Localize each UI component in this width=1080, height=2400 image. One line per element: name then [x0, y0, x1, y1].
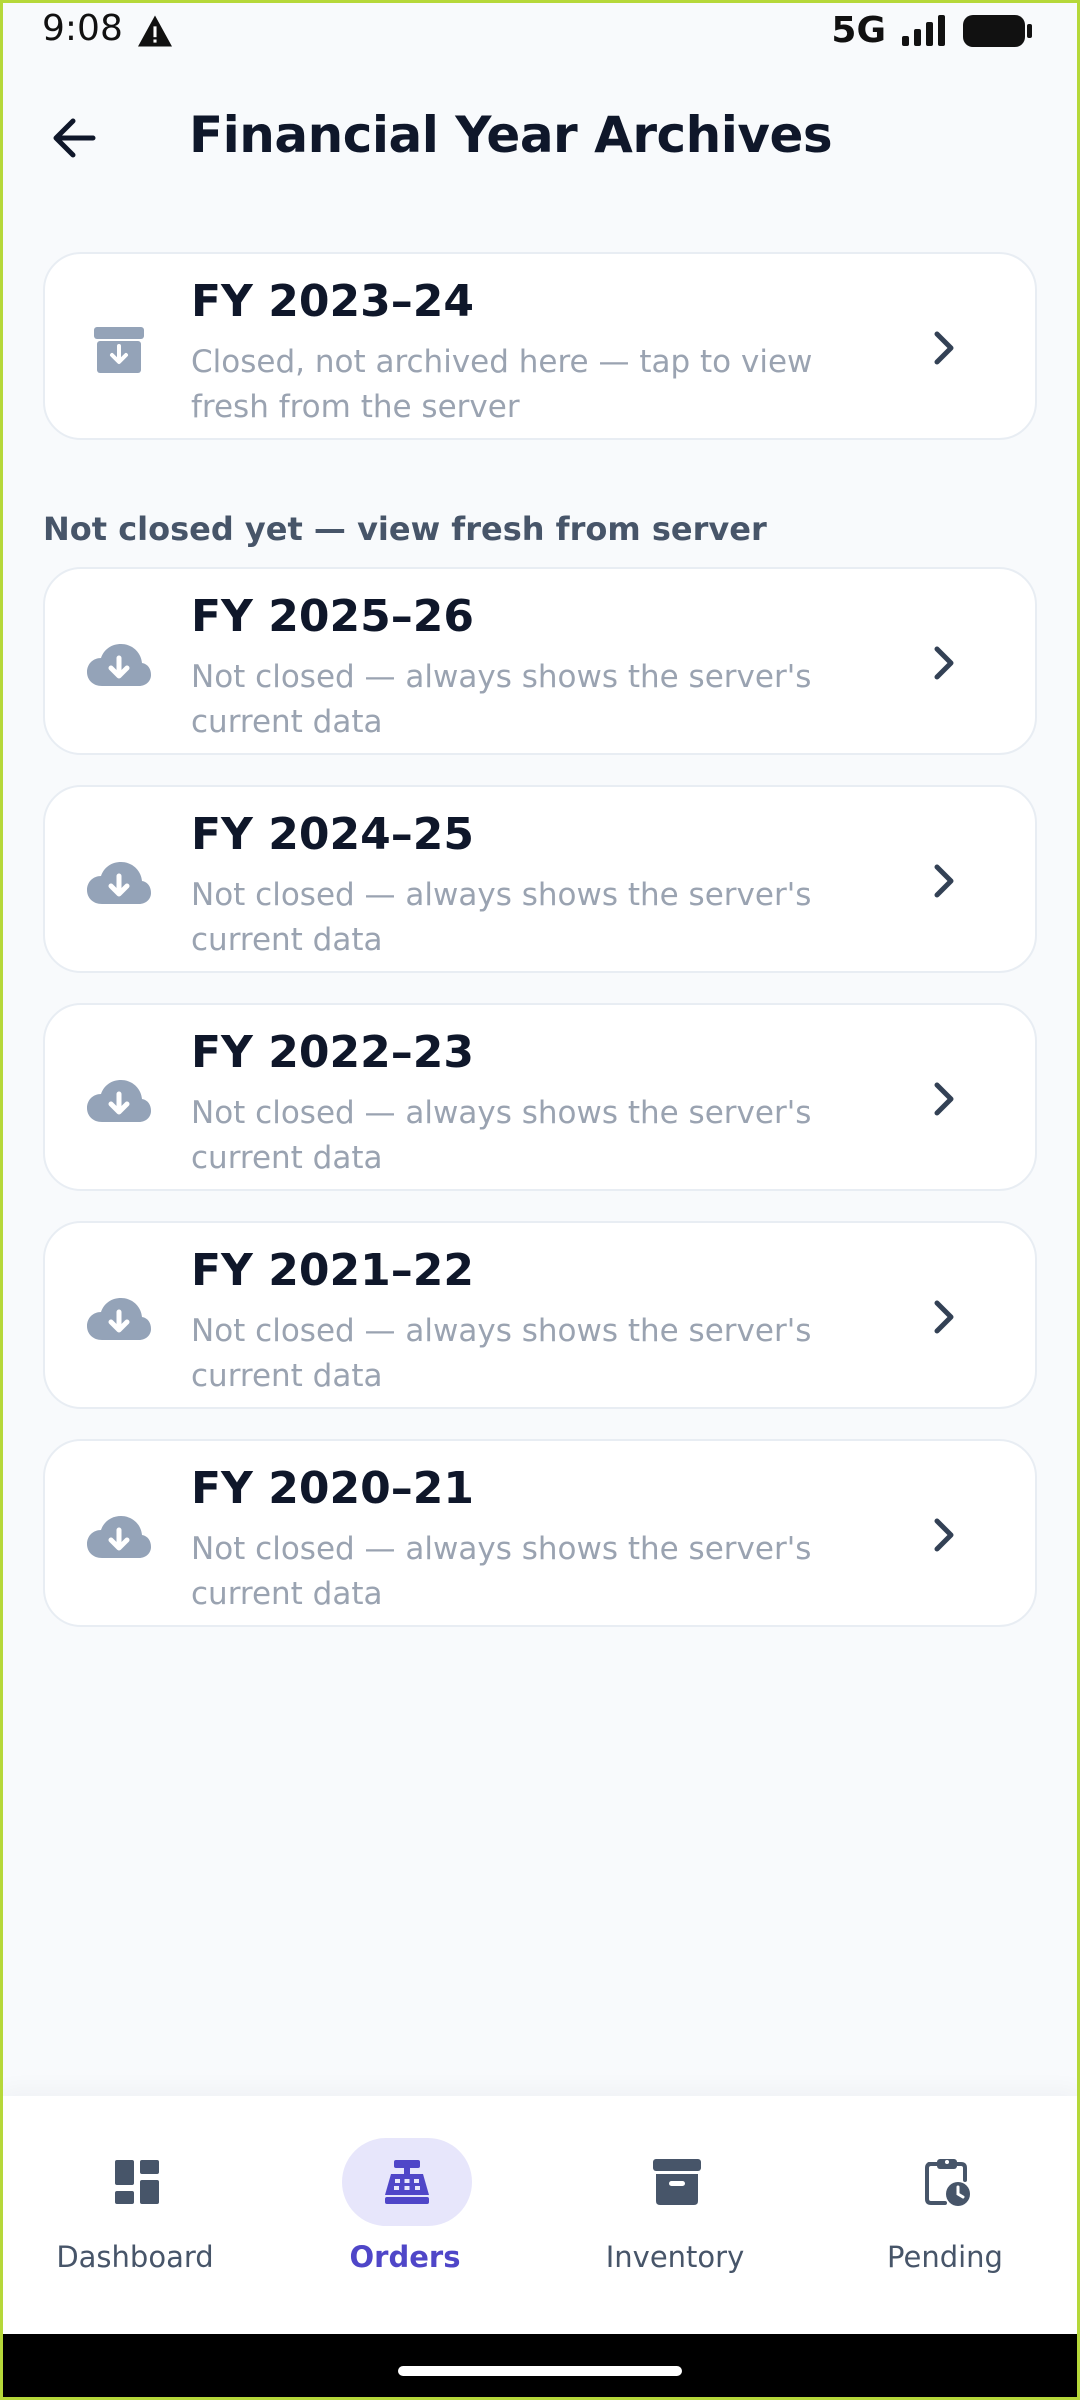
card-title: FY 2023–24	[191, 276, 474, 327]
nav-item-pending[interactable]: Pending	[810, 2118, 1080, 2318]
card-subtitle: Not closed — always shows the server's c…	[191, 1531, 812, 1612]
card-icon	[83, 314, 155, 386]
nav-item-inventory[interactable]: Inventory	[540, 2118, 810, 2318]
fy-card-2025-26[interactable]: FY 2025–26 Not closed — always shows the…	[43, 567, 1037, 755]
signal-icon	[902, 14, 945, 46]
nav-icon-container	[882, 2138, 1012, 2226]
fy-card-2022-23[interactable]: FY 2022–23 Not closed — always shows the…	[43, 1003, 1037, 1191]
card-title: FY 2021–22	[191, 1245, 474, 1296]
status-bar: 9:08 5G	[0, 0, 1080, 64]
card-subtitle: Not closed — always shows the server's c…	[191, 877, 812, 958]
bottom-nav: Dashboard Orders Inventory Pending	[0, 2096, 1080, 2334]
cloud-download-icon	[87, 862, 151, 904]
card-title: FY 2025–26	[191, 591, 474, 642]
card-subtitle: Not closed — always shows the server's c…	[191, 1313, 812, 1394]
nav-item-orders[interactable]: Orders	[270, 2118, 540, 2318]
archive-icon	[653, 2159, 701, 2205]
nav-label: Orders	[349, 2240, 461, 2274]
card-icon	[83, 1283, 155, 1355]
archive-box-icon	[94, 327, 144, 373]
chevron-right-icon	[934, 1082, 954, 1116]
fy-card-2020-21[interactable]: FY 2020–21 Not closed — always shows the…	[43, 1439, 1037, 1627]
fy-card-2023-24[interactable]: FY 2023–24 Closed, not archived here — t…	[43, 252, 1037, 440]
fy-card-2024-25[interactable]: FY 2024–25 Not closed — always shows the…	[43, 785, 1037, 973]
chevron-right-icon	[934, 864, 954, 898]
app-header: Financial Year Archives	[0, 90, 1080, 186]
card-subtitle: Not closed — always shows the server's c…	[191, 659, 812, 740]
status-right: 5G	[831, 10, 1034, 51]
nav-label: Dashboard	[56, 2240, 214, 2274]
status-time: 9:08	[42, 8, 123, 49]
card-title: FY 2024–25	[191, 809, 474, 860]
system-nav-bar	[0, 2334, 1080, 2400]
card-title: FY 2020–21	[191, 1463, 474, 1514]
network-type: 5G	[831, 10, 886, 51]
card-icon	[83, 1501, 155, 1573]
nav-label: Pending	[887, 2240, 1003, 2274]
cash-register-icon	[385, 2160, 429, 2204]
dashboard-icon	[115, 2160, 159, 2204]
nav-icon-container	[612, 2138, 742, 2226]
nav-label: Inventory	[605, 2240, 745, 2274]
chevron-right-icon	[934, 331, 954, 365]
home-indicator[interactable]	[398, 2366, 682, 2376]
clipboard-clock-icon	[925, 2159, 970, 2206]
card-subtitle: Closed, not archived here — tap to view …	[191, 344, 813, 425]
nav-item-dashboard[interactable]: Dashboard	[0, 2118, 270, 2318]
nav-icon-container-active	[342, 2138, 472, 2226]
card-icon	[83, 847, 155, 919]
chevron-right-icon	[934, 1300, 954, 1334]
cloud-download-icon	[87, 1516, 151, 1558]
chevron-right-icon	[934, 1518, 954, 1552]
card-icon	[83, 629, 155, 701]
cloud-download-icon	[87, 644, 151, 686]
section-label-not-closed: Not closed yet — view fresh from server	[43, 510, 767, 548]
battery-icon	[963, 14, 1032, 47]
arrow-left-icon	[53, 118, 96, 158]
card-subtitle: Not closed — always shows the server's c…	[191, 1095, 812, 1176]
cloud-download-icon	[87, 1298, 151, 1340]
fy-card-2021-22[interactable]: FY 2021–22 Not closed — always shows the…	[43, 1221, 1037, 1409]
card-title: FY 2022–23	[191, 1027, 474, 1078]
cloud-download-icon	[87, 1080, 151, 1122]
page-title: Financial Year Archives	[189, 106, 833, 164]
card-icon	[83, 1065, 155, 1137]
chevron-right-icon	[934, 646, 954, 680]
warning-icon	[138, 15, 172, 47]
nav-icon-container	[72, 2138, 202, 2226]
back-button[interactable]	[44, 108, 104, 168]
